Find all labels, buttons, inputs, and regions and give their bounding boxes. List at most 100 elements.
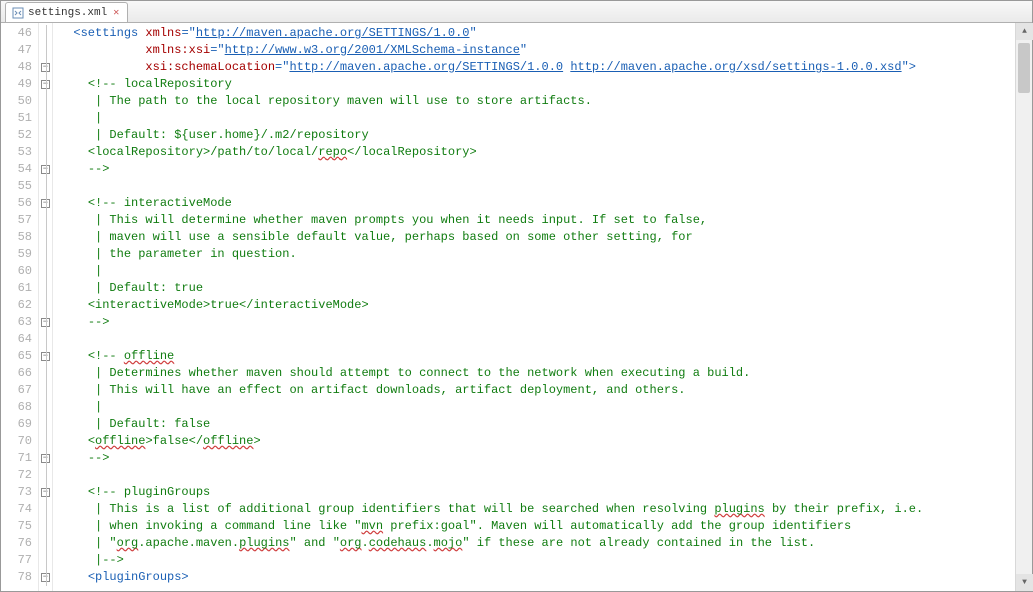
line-number: 73	[1, 484, 32, 501]
code-line: <!-- offline	[59, 348, 1032, 365]
code-line: <interactiveMode>true</interactiveMode>	[59, 297, 1032, 314]
code-editor: 4647484950515253545556575859606162636465…	[1, 23, 1032, 591]
fold-row	[39, 127, 52, 144]
scroll-up-button[interactable]: ▲	[1016, 23, 1033, 40]
line-number: 74	[1, 501, 32, 518]
fold-row	[39, 331, 52, 348]
line-number: 49	[1, 76, 32, 93]
fold-row	[39, 382, 52, 399]
line-number: 77	[1, 552, 32, 569]
fold-row	[39, 518, 52, 535]
line-number: 71	[1, 450, 32, 467]
code-line: xmlns:xsi="http://www.w3.org/2001/XMLSch…	[59, 42, 1032, 59]
code-line: xsi:schemaLocation="http://maven.apache.…	[59, 59, 1032, 76]
line-number: 50	[1, 93, 32, 110]
fold-row: −	[39, 76, 52, 93]
fold-row	[39, 212, 52, 229]
fold-row	[39, 246, 52, 263]
line-number: 57	[1, 212, 32, 229]
code-line: |-->	[59, 552, 1032, 569]
line-number: 61	[1, 280, 32, 297]
code-line: | maven will use a sensible default valu…	[59, 229, 1032, 246]
line-number: 47	[1, 42, 32, 59]
line-number: 55	[1, 178, 32, 195]
fold-row	[39, 178, 52, 195]
tab-label: settings.xml	[28, 7, 107, 19]
tab-bar: settings.xml ✕	[1, 1, 1032, 23]
scroll-thumb[interactable]	[1018, 43, 1030, 93]
line-number: 68	[1, 399, 32, 416]
vertical-scrollbar[interactable]: ▲ ▼	[1015, 23, 1032, 591]
fold-row: −	[39, 314, 52, 331]
fold-row	[39, 297, 52, 314]
line-number: 66	[1, 365, 32, 382]
line-number: 76	[1, 535, 32, 552]
line-number: 75	[1, 518, 32, 535]
code-line: <pluginGroups>	[59, 569, 1032, 586]
code-line: <!-- localRepository	[59, 76, 1032, 93]
fold-row	[39, 416, 52, 433]
code-line: | The path to the local repository maven…	[59, 93, 1032, 110]
code-line: -->	[59, 314, 1032, 331]
line-number: 60	[1, 263, 32, 280]
fold-row: −	[39, 161, 52, 178]
line-number: 53	[1, 144, 32, 161]
code-line: | when invoking a command line like "mvn…	[59, 518, 1032, 535]
fold-row: −	[39, 195, 52, 212]
fold-row	[39, 229, 52, 246]
fold-row	[39, 433, 52, 450]
scroll-down-button[interactable]: ▼	[1016, 574, 1033, 591]
line-number: 69	[1, 416, 32, 433]
line-number: 72	[1, 467, 32, 484]
code-area[interactable]: <settings xmlns="http://maven.apache.org…	[53, 23, 1032, 591]
code-line: | This will determine whether maven prom…	[59, 212, 1032, 229]
code-line: | Default: ${user.home}/.m2/repository	[59, 127, 1032, 144]
code-line: -->	[59, 450, 1032, 467]
code-line: | This is a list of additional group ide…	[59, 501, 1032, 518]
line-number: 59	[1, 246, 32, 263]
code-line: | "org.apache.maven.plugins" and "org.co…	[59, 535, 1032, 552]
fold-row	[39, 365, 52, 382]
line-number: 63	[1, 314, 32, 331]
fold-row	[39, 399, 52, 416]
code-line: <offline>false</offline>	[59, 433, 1032, 450]
code-line	[59, 331, 1032, 348]
line-number: 48	[1, 59, 32, 76]
fold-row	[39, 467, 52, 484]
fold-row	[39, 535, 52, 552]
line-number: 65	[1, 348, 32, 365]
code-line	[59, 467, 1032, 484]
line-number: 52	[1, 127, 32, 144]
code-line: | Determines whether maven should attemp…	[59, 365, 1032, 382]
xml-file-icon	[12, 7, 24, 19]
tab-settings-xml[interactable]: settings.xml ✕	[5, 2, 128, 22]
fold-strip: −−−−−−−−−	[39, 23, 53, 591]
fold-row: −	[39, 59, 52, 76]
line-number: 64	[1, 331, 32, 348]
code-line: | the parameter in question.	[59, 246, 1032, 263]
line-number-gutter: 4647484950515253545556575859606162636465…	[1, 23, 39, 591]
fold-row	[39, 93, 52, 110]
fold-row	[39, 280, 52, 297]
fold-row	[39, 42, 52, 59]
line-number: 58	[1, 229, 32, 246]
close-icon[interactable]: ✕	[111, 8, 121, 18]
code-line: -->	[59, 161, 1032, 178]
fold-row	[39, 552, 52, 569]
line-number: 54	[1, 161, 32, 178]
code-line: | Default: false	[59, 416, 1032, 433]
code-line: |	[59, 399, 1032, 416]
line-number: 70	[1, 433, 32, 450]
code-line: <localRepository>/path/to/local/repo</lo…	[59, 144, 1032, 161]
fold-row: −	[39, 484, 52, 501]
code-line: | This will have an effect on artifact d…	[59, 382, 1032, 399]
fold-row	[39, 144, 52, 161]
line-number: 78	[1, 569, 32, 586]
fold-row	[39, 501, 52, 518]
fold-row: −	[39, 450, 52, 467]
line-number: 62	[1, 297, 32, 314]
fold-row	[39, 25, 52, 42]
code-line: |	[59, 110, 1032, 127]
code-line: |	[59, 263, 1032, 280]
line-number: 46	[1, 25, 32, 42]
